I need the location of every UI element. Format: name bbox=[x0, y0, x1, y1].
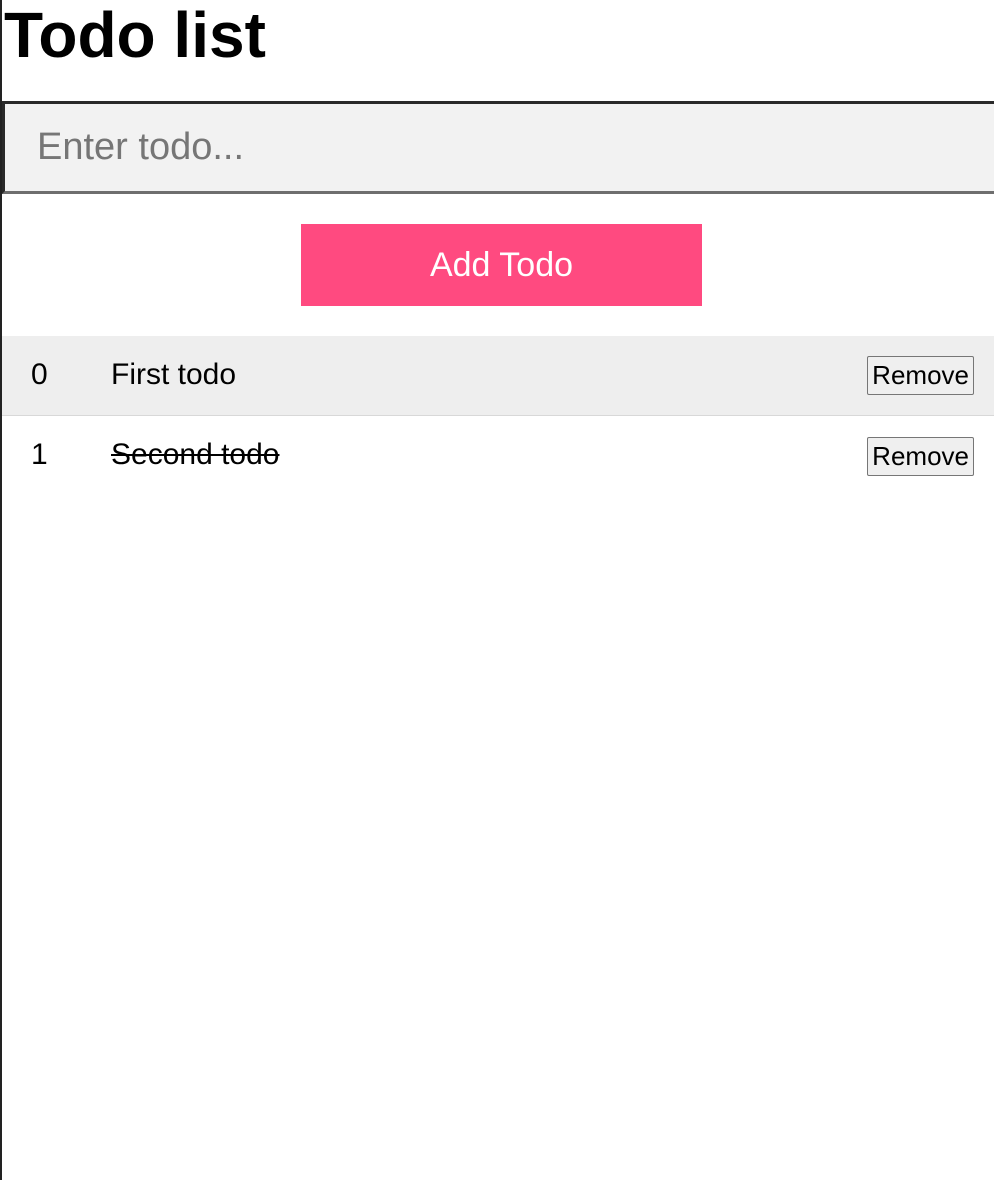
todo-app: Todo list Add Todo 0 First todo Remove 1… bbox=[0, 0, 994, 1180]
remove-todo-button[interactable]: Remove bbox=[867, 356, 974, 395]
todo-index: 0 bbox=[31, 358, 48, 391]
add-todo-button[interactable]: Add Todo bbox=[301, 224, 702, 306]
page-title: Todo list bbox=[4, 0, 266, 71]
todo-item: 0 First todo Remove bbox=[2, 336, 994, 416]
todo-list: 0 First todo Remove 1 Second todo Remove bbox=[2, 336, 994, 496]
remove-todo-button[interactable]: Remove bbox=[867, 437, 974, 476]
todo-text[interactable]: First todo bbox=[111, 336, 236, 414]
todo-input[interactable] bbox=[2, 101, 994, 194]
todo-text[interactable]: Second todo bbox=[111, 416, 279, 494]
todo-item: 1 Second todo Remove bbox=[2, 416, 994, 496]
todo-index: 1 bbox=[31, 438, 48, 471]
